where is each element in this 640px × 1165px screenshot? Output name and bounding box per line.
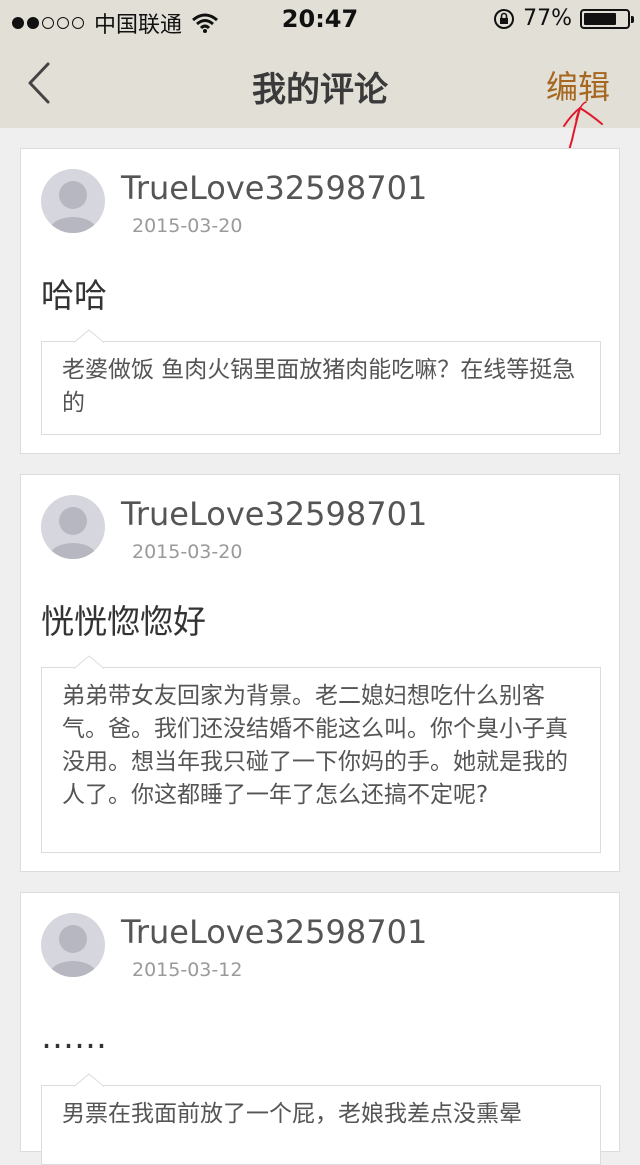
battery-fill [584, 12, 616, 25]
username[interactable]: TrueLove32598701 [121, 169, 427, 207]
quote-notch [74, 1073, 104, 1087]
quote-notch [74, 655, 104, 669]
page-title: 我的评论 [252, 70, 388, 110]
comment-card[interactable]: TrueLove32598701 2015-03-20 哈哈 老婆做饭 鱼肉火锅… [20, 148, 620, 454]
quoted-post[interactable]: 弟弟带女友回家为背景。老二媳妇想吃什么别客气。爸。我们还没结婚不能这么叫。你个臭… [41, 655, 601, 853]
edit-button[interactable]: 编辑 [546, 62, 610, 108]
comment-date: 2015-03-20 [132, 215, 243, 237]
comment-card[interactable]: TrueLove32598701 2015-03-12 …… 男票在我面前放了一… [20, 892, 620, 1165]
comment-date: 2015-03-20 [132, 541, 243, 563]
rotation-lock-icon [494, 8, 515, 29]
avatar[interactable] [41, 169, 105, 233]
quote-notch [74, 329, 104, 343]
default-avatar-icon [49, 507, 97, 559]
status-right: 77% [493, 6, 634, 31]
status-bar: 中国联通 20:47 77% [0, 0, 640, 40]
battery-tip [631, 15, 634, 23]
username[interactable]: TrueLove32598701 [121, 913, 427, 951]
comment-text: 哈哈 [41, 276, 107, 315]
comment-card[interactable]: TrueLove32598701 2015-03-20 恍恍惚惚好 弟弟带女友回… [20, 474, 620, 872]
username[interactable]: TrueLove32598701 [121, 495, 427, 533]
avatar[interactable] [41, 913, 105, 977]
comment-text: …… [41, 1017, 107, 1056]
quoted-post-text: 老婆做饭 鱼肉火锅里面放猪肉能吃嘛？在线等挺急的 [62, 357, 576, 416]
quoted-post-text: 男票在我面前放了一个屁，老娘我差点没熏晕 [62, 1101, 522, 1127]
quoted-post[interactable]: 老婆做饭 鱼肉火锅里面放猪肉能吃嘛？在线等挺急的 [41, 329, 601, 435]
avatar[interactable] [41, 495, 105, 559]
comment-date: 2015-03-12 [132, 959, 243, 981]
navigation-bar: 我的评论 编辑 [0, 40, 640, 128]
default-avatar-icon [49, 181, 97, 233]
quoted-post[interactable]: 男票在我面前放了一个屁，老娘我差点没熏晕 [41, 1073, 601, 1165]
battery-percent: 77% [523, 6, 572, 31]
comment-text: 恍恍惚惚好 [41, 602, 206, 641]
battery-icon [580, 8, 634, 29]
quoted-post-text: 弟弟带女友回家为背景。老二媳妇想吃什么别客气。爸。我们还没结婚不能这么叫。你个臭… [62, 683, 568, 808]
default-avatar-icon [49, 925, 97, 977]
